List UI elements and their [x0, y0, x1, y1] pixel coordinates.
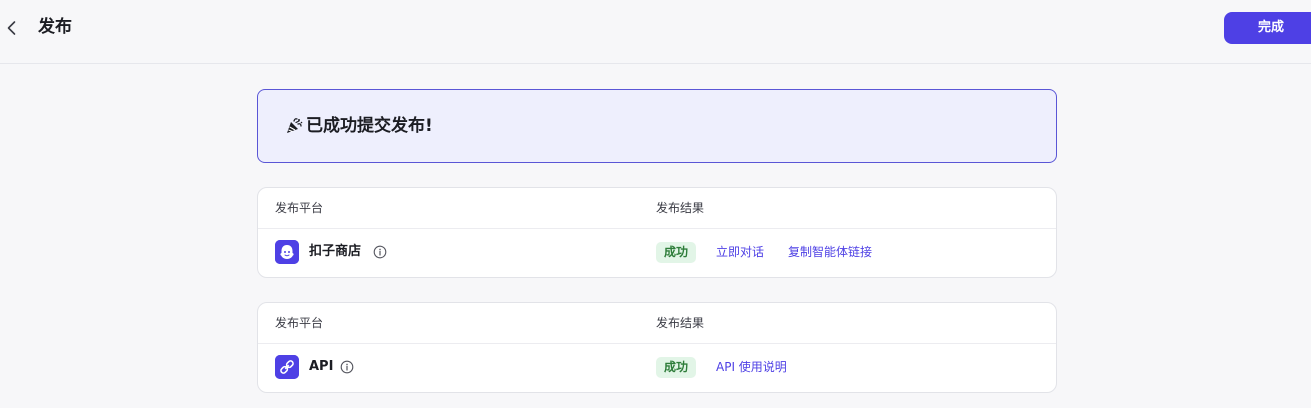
table-row: API 成功 API 使用说明: [258, 344, 1056, 392]
party-popper-icon: [284, 116, 304, 136]
column-header-platform: 发布平台: [275, 316, 324, 330]
platform-name: 扣子商店: [309, 244, 362, 259]
success-banner: 已成功提交发布!: [257, 89, 1057, 163]
top-bar: 发布 完成: [0, 0, 1311, 64]
table-row: 扣子商店 成功 立即对话 复制智能体链接: [258, 229, 1056, 277]
status-badge: 成功: [656, 357, 696, 378]
page-title: 发布: [38, 17, 72, 37]
column-header-result: 发布结果: [656, 316, 705, 330]
card-header: 发布平台 发布结果: [258, 303, 1056, 344]
banner-text: 已成功提交发布!: [306, 116, 433, 136]
api-docs-link[interactable]: API 使用说明: [716, 359, 787, 376]
info-icon[interactable]: [340, 360, 354, 374]
card-header: 发布平台 发布结果: [258, 188, 1056, 229]
column-header-result: 发布结果: [656, 201, 705, 215]
publish-result-card-api: 发布平台 发布结果 API 成功 API 使用说明: [257, 302, 1057, 393]
publish-result-card-store: 发布平台 发布结果 扣子商店 成功 立即对话 复制智能体链接: [257, 187, 1057, 278]
info-icon[interactable]: [373, 245, 387, 259]
start-chat-link[interactable]: 立即对话: [716, 244, 764, 261]
column-header-platform: 发布平台: [275, 201, 324, 215]
done-button[interactable]: 完成: [1224, 12, 1311, 44]
platform-name: API: [309, 359, 334, 374]
api-link-icon: [275, 355, 299, 379]
chevron-left-icon[interactable]: [2, 18, 22, 38]
copy-agent-link[interactable]: 复制智能体链接: [788, 244, 872, 261]
coze-store-icon: [275, 240, 299, 264]
status-badge: 成功: [656, 242, 696, 263]
